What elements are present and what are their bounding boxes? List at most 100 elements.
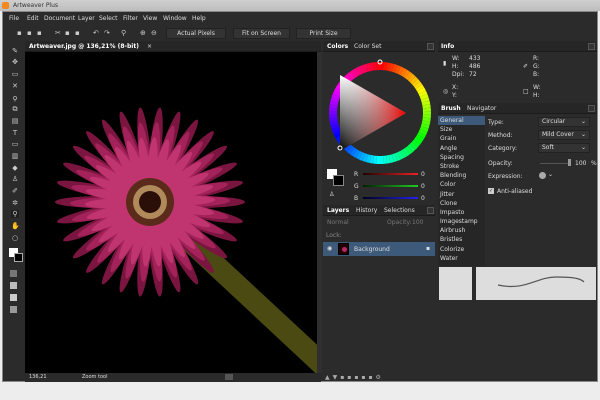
layer-opacity-value[interactable]: 100 xyxy=(412,219,423,226)
undo-icon[interactable]: ↶ xyxy=(93,30,99,37)
print-size-button[interactable]: Print Size xyxy=(296,28,351,39)
screen-mode-icon[interactable] xyxy=(10,306,17,313)
r-value[interactable]: 0 xyxy=(421,171,425,178)
zoom-icon[interactable]: ⚲ xyxy=(121,30,127,37)
blend-mode-select[interactable]: Normal xyxy=(327,219,349,226)
brush-category-item[interactable]: Stroke xyxy=(438,162,485,171)
brush-category-item[interactable]: Spacing xyxy=(438,153,485,162)
brush-category-item[interactable]: Imagestamp xyxy=(438,217,485,226)
brush-category-item[interactable]: Grain xyxy=(438,134,485,143)
brush-category-item[interactable]: Color xyxy=(438,180,485,189)
menu-document[interactable]: Document xyxy=(44,15,75,22)
antialiased-checkbox[interactable]: ✓ xyxy=(488,188,494,194)
open-icon[interactable]: ▪ xyxy=(27,30,33,37)
menu-file[interactable]: File xyxy=(9,15,19,22)
zoom-out-icon[interactable]: ⊖ xyxy=(151,30,157,37)
retouch-icon[interactable]: ✲ xyxy=(11,199,19,207)
move-tool-icon[interactable]: ✥ xyxy=(11,58,19,66)
brush-category-item[interactable]: Impasto xyxy=(438,208,485,217)
tab-brush[interactable]: Brush xyxy=(441,105,461,112)
brush-category-item[interactable]: Clone xyxy=(438,199,485,208)
crop-icon[interactable]: ✕ xyxy=(11,82,19,90)
tab-navigator[interactable]: Navigator xyxy=(467,105,496,112)
zoom-value[interactable]: 136,21 xyxy=(29,374,47,380)
g-slider[interactable] xyxy=(363,185,418,187)
r-slider[interactable] xyxy=(363,173,418,175)
menu-view[interactable]: View xyxy=(143,15,157,22)
brush-category-item[interactable]: Angle xyxy=(438,144,485,153)
save-icon[interactable]: ▪ xyxy=(37,30,43,37)
menu-help[interactable]: Help xyxy=(192,15,206,22)
brush-category-item[interactable]: Airbrush xyxy=(438,226,485,235)
type-select[interactable]: Circular ⌄ xyxy=(538,117,590,127)
panel-menu-icon[interactable] xyxy=(588,105,595,112)
brush-category-item[interactable]: General xyxy=(438,116,485,126)
menu-window[interactable]: Window xyxy=(163,15,187,22)
layer-actions[interactable]: ▲▼▪▪▪▪▪⚙ xyxy=(325,374,415,382)
tab-layers[interactable]: Layers xyxy=(327,207,349,214)
tab-colors[interactable]: Colors xyxy=(327,43,348,50)
layer-name[interactable]: Background xyxy=(354,246,390,253)
zoom-in-icon[interactable]: ⊕ xyxy=(140,30,146,37)
b-slider[interactable] xyxy=(363,197,418,199)
paper-icon[interactable] xyxy=(10,282,17,289)
menu-select[interactable]: Select xyxy=(99,15,118,22)
texture-icon[interactable] xyxy=(10,294,17,301)
brush-category-item[interactable]: Blending xyxy=(438,171,485,180)
menu-layer[interactable]: Layer xyxy=(78,15,95,22)
brush-category-item[interactable]: Size xyxy=(438,125,485,134)
text-tool-icon[interactable]: T xyxy=(11,129,19,137)
panel-menu-icon[interactable] xyxy=(588,43,595,50)
rect-select-icon[interactable]: ▭ xyxy=(11,70,19,78)
category-select[interactable]: Soft ⌄ xyxy=(538,143,590,153)
paste-icon[interactable]: ▪ xyxy=(75,30,81,37)
horizontal-scrollbar[interactable] xyxy=(225,374,233,380)
tab-selections[interactable]: Selections xyxy=(384,207,415,214)
expression-dropdown-icon[interactable]: ⌄ xyxy=(548,171,553,178)
brush-category-item[interactable]: Water xyxy=(438,254,485,263)
shape-tool-icon[interactable]: ▭ xyxy=(11,140,19,148)
brush-tool-icon[interactable]: ✎ xyxy=(11,47,19,55)
panel-menu-icon[interactable] xyxy=(427,43,434,50)
transform-icon[interactable]: ⧉ xyxy=(11,105,19,113)
fit-on-screen-button[interactable]: Fit on Screen xyxy=(233,28,290,39)
b-value[interactable]: 0 xyxy=(421,195,425,202)
document-tab[interactable]: Artweaver.jpg @ 136,21% (8-bit) xyxy=(29,43,139,50)
canvas[interactable] xyxy=(25,52,317,373)
visibility-eye-icon[interactable]: ◉ xyxy=(327,245,332,252)
gradient-icon[interactable]: ▥ xyxy=(11,152,19,160)
new-icon[interactable]: ▪ xyxy=(17,30,23,37)
background-color[interactable] xyxy=(14,253,23,262)
brush-category-item[interactable]: Colorize xyxy=(438,245,485,254)
rotate-icon[interactable]: ○ xyxy=(11,234,19,242)
panel-menu-icon[interactable] xyxy=(427,207,434,214)
method-select[interactable]: Mild Cover ⌄ xyxy=(538,130,590,140)
actual-pixels-button[interactable]: Actual Pixels xyxy=(166,28,226,39)
stamp-icon[interactable]: ♙ xyxy=(329,191,334,198)
opacity-value[interactable]: 100 xyxy=(575,160,586,167)
menu-edit[interactable]: Edit xyxy=(27,15,39,22)
redo-icon[interactable]: ↷ xyxy=(104,30,110,37)
cut-icon[interactable]: ✂ xyxy=(55,30,61,37)
expression-icon[interactable] xyxy=(539,172,546,179)
bucket-icon[interactable]: ◆ xyxy=(11,164,19,172)
lasso-icon[interactable]: ϙ xyxy=(11,94,19,102)
menu-filter[interactable]: Filter xyxy=(123,15,138,22)
fill-icon[interactable]: ▤ xyxy=(11,117,19,125)
tab-color-set[interactable]: Color Set xyxy=(354,43,381,50)
eyedropper-icon[interactable]: ✐ xyxy=(11,187,19,195)
tab-history[interactable]: History xyxy=(356,207,377,214)
color-wheel[interactable] xyxy=(323,53,435,177)
vertical-scrollbar[interactable] xyxy=(317,52,322,373)
brush-category-item[interactable]: Bristles xyxy=(438,235,485,244)
opacity-handle[interactable] xyxy=(568,159,571,166)
layer-row-background[interactable]: ◉ Background ▪ xyxy=(323,242,435,256)
stamp-icon[interactable]: ♙ xyxy=(11,175,19,183)
brush-category-item[interactable]: Jitter xyxy=(438,190,485,199)
secondary-color[interactable] xyxy=(333,175,344,186)
close-tab-icon[interactable]: × xyxy=(147,43,152,50)
zoom-tool-icon[interactable]: ⚲ xyxy=(11,210,19,218)
hand-icon[interactable]: ✋ xyxy=(11,222,20,230)
opacity-slider[interactable] xyxy=(540,163,570,164)
copy-icon[interactable]: ▪ xyxy=(65,30,71,37)
